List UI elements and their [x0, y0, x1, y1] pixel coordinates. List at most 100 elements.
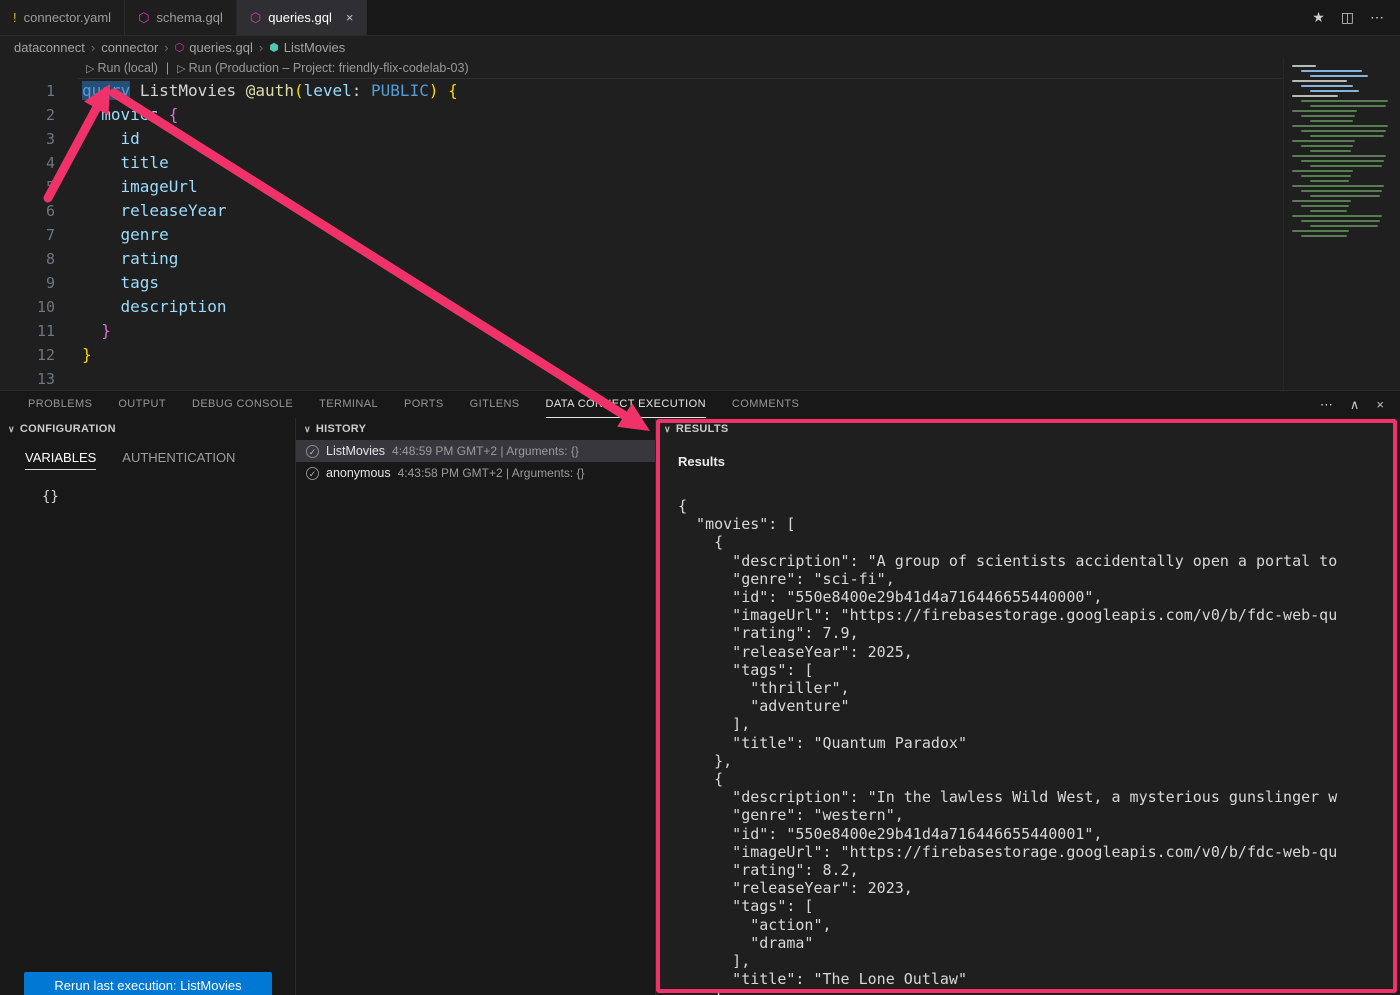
panel-tab-terminal[interactable]: TERMINAL	[319, 391, 378, 418]
code-text[interactable]: genre	[55, 223, 169, 247]
graphql-icon: ⬡	[138, 10, 149, 26]
codelens-bar: ▷ Run (local) | ▷ Run (Production – Proj…	[78, 58, 1282, 79]
code-token	[130, 81, 140, 100]
breadcrumb-item-listmovies[interactable]: ⬢ListMovies	[269, 40, 345, 55]
line-number: 2	[0, 103, 55, 127]
minimap-line	[1292, 230, 1349, 232]
code-token	[82, 225, 121, 244]
code-line: 11 }	[0, 319, 1400, 343]
code-token: PUBLIC	[371, 81, 429, 100]
run-production-link[interactable]: ▷ Run (Production – Project: friendly-fl…	[177, 61, 468, 75]
yaml-warning-icon: !	[13, 10, 17, 25]
results-json: { "movies": [ { "description": "A group …	[678, 497, 1400, 995]
history-header[interactable]: ∨ HISTORY	[296, 418, 655, 440]
code-text[interactable]: releaseYear	[55, 199, 227, 223]
more-icon[interactable]: ⋯	[1370, 9, 1384, 26]
code-text[interactable]: description	[55, 295, 227, 319]
configuration-tabs: VARIABLES AUTHENTICATION	[0, 450, 295, 470]
history-item-listmovies[interactable]: ✓ListMovies4:48:59 PM GMT+2 | Arguments:…	[296, 440, 655, 462]
panel-body: ∨ CONFIGURATION VARIABLES AUTHENTICATION…	[0, 418, 1400, 995]
code-line: 12}	[0, 343, 1400, 367]
breadcrumb-separator: ›	[164, 40, 168, 55]
more-icon[interactable]: ⋯	[1320, 397, 1333, 413]
rerun-button[interactable]: Rerun last execution: ListMovies	[24, 972, 272, 995]
minimap-line	[1292, 80, 1347, 82]
minimap-line	[1310, 135, 1384, 137]
code-token: ListMovies	[140, 81, 236, 100]
results-section[interactable]: ∨ RESULTS Results { "movies": [ { "descr…	[656, 418, 1400, 995]
run-local-link[interactable]: ▷ Run (local)	[86, 61, 158, 75]
line-number: 1	[0, 79, 55, 103]
tab-authentication[interactable]: AUTHENTICATION	[122, 450, 235, 470]
code-token: }	[101, 321, 111, 340]
minimap[interactable]	[1283, 58, 1400, 390]
configuration-title: CONFIGURATION	[20, 423, 116, 435]
code-line: 2 movies {	[0, 103, 1400, 127]
breadcrumb-label: queries.gql	[189, 40, 253, 55]
code-line: 7 genre	[0, 223, 1400, 247]
history-item-anonymous[interactable]: ✓anonymous4:43:58 PM GMT+2 | Arguments: …	[296, 462, 655, 484]
editor-tabs: !connector.yaml⬡schema.gql⬡ queries.gql ×	[0, 0, 367, 35]
breadcrumb-label: ListMovies	[284, 40, 345, 55]
panel-tab-problems[interactable]: PROBLEMS	[28, 391, 92, 418]
panel-tab-debug-console[interactable]: DEBUG CONSOLE	[192, 391, 293, 418]
collapse-panel-icon[interactable]: ∧	[1350, 397, 1360, 413]
play-icon: ▷	[177, 62, 185, 75]
close-icon[interactable]: ×	[1376, 397, 1384, 412]
panel-tab-gitlens[interactable]: GITLENS	[470, 391, 520, 418]
tab-label: queries.gql	[268, 10, 332, 25]
editor-tab-connector-yaml[interactable]: !connector.yaml	[0, 0, 125, 35]
close-icon[interactable]: ×	[346, 10, 354, 25]
minimap-line	[1301, 235, 1347, 237]
line-number: 10	[0, 295, 55, 319]
editor-tab-schema-gql[interactable]: ⬡schema.gql	[125, 0, 237, 35]
code-text[interactable]: title	[55, 151, 169, 175]
line-number: 8	[0, 247, 55, 271]
code-token	[82, 297, 121, 316]
breadcrumb-item-dataconnect[interactable]: dataconnect	[14, 40, 85, 55]
panel-tab-output[interactable]: OUTPUT	[118, 391, 166, 418]
panel-tab-bar: PROBLEMS OUTPUT DEBUG CONSOLE TERMINAL PORTS…	[0, 391, 1400, 418]
code-token	[82, 177, 121, 196]
code-text[interactable]	[55, 367, 82, 390]
configuration-section: ∨ CONFIGURATION VARIABLES AUTHENTICATION…	[0, 418, 296, 995]
bottom-panel: PROBLEMS OUTPUT DEBUG CONSOLE TERMINAL PORTS…	[0, 390, 1400, 995]
variables-value[interactable]: {}	[42, 489, 295, 505]
breadcrumb-item-queries-gql[interactable]: ⬡ queries.gql	[175, 40, 253, 55]
code-text[interactable]: query ListMovies @auth(level: PUBLIC) {	[55, 79, 458, 103]
results-header[interactable]: ∨ RESULTS	[656, 418, 1400, 440]
code-text[interactable]: rating	[55, 247, 178, 271]
minimap-line	[1292, 140, 1355, 142]
code-token: imageUrl	[121, 177, 198, 196]
editor-tab-queries-gql[interactable]: ⬡queries.gql×	[237, 0, 368, 35]
panel-tab-comments[interactable]: COMMENTS	[732, 391, 799, 418]
panel-tab-ports[interactable]: PORTS	[404, 391, 444, 418]
panel-tab-data-connect-execution[interactable]: DATA CONNECT EXECUTION	[546, 391, 706, 418]
graphql-icon: ⬡	[175, 41, 185, 54]
code-line: 5 imageUrl	[0, 175, 1400, 199]
configuration-header[interactable]: ∨ CONFIGURATION	[0, 418, 295, 440]
code-token: movies	[101, 105, 159, 124]
results-subtitle: Results	[678, 454, 1400, 469]
breadcrumb-item-connector[interactable]: connector	[101, 40, 158, 55]
code-line: 9 tags	[0, 271, 1400, 295]
code-text[interactable]: id	[55, 127, 140, 151]
line-number: 7	[0, 223, 55, 247]
minimap-line	[1301, 205, 1349, 207]
vscode-window: !connector.yaml⬡schema.gql⬡queries.gql× …	[0, 0, 1400, 995]
results-title: RESULTS	[676, 423, 729, 435]
code-text[interactable]: imageUrl	[55, 175, 198, 199]
code-text[interactable]: }	[55, 319, 111, 343]
code-token: @auth	[246, 81, 294, 100]
code-text[interactable]: }	[55, 343, 92, 367]
code-token: (	[294, 81, 304, 100]
code-text[interactable]: tags	[55, 271, 159, 295]
history-item-meta: 4:43:58 PM GMT+2 | Arguments: {}	[398, 466, 585, 480]
code-line: 4 title	[0, 151, 1400, 175]
code-token	[438, 81, 448, 100]
sparkle-icon[interactable]: ★	[1312, 9, 1325, 26]
code-text[interactable]: movies {	[55, 103, 178, 127]
split-editor-icon[interactable]: ◫	[1341, 9, 1354, 26]
minimap-line	[1292, 110, 1357, 112]
tab-variables[interactable]: VARIABLES	[25, 450, 96, 470]
